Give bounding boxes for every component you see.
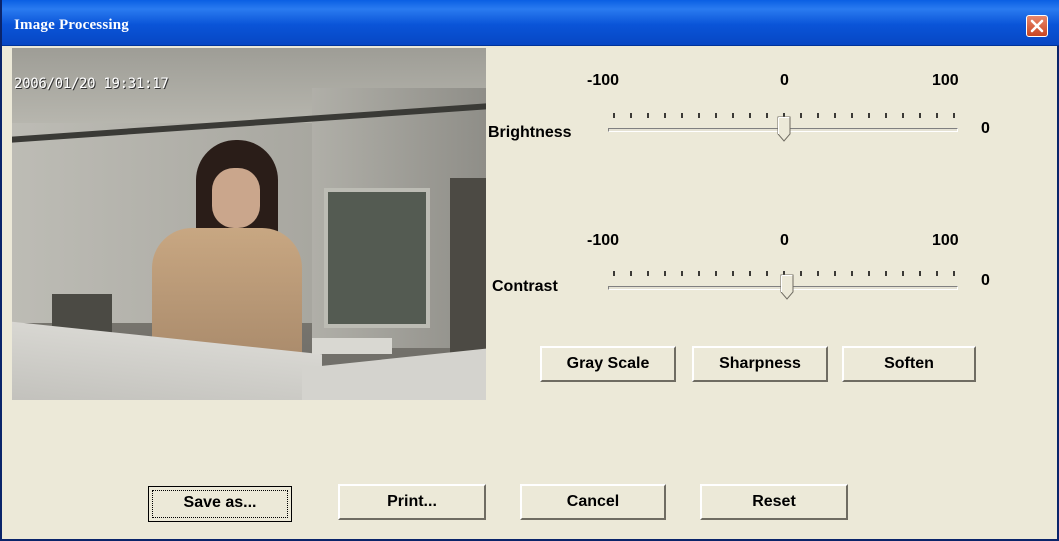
title-bar[interactable]: Image Processing (2, 0, 1059, 46)
brightness-min-label: -100 (587, 72, 620, 89)
brightness-mid-label: 0 (780, 72, 789, 89)
brightness-thumb[interactable] (777, 116, 791, 142)
contrast-slider[interactable] (608, 270, 968, 304)
close-button[interactable] (1026, 15, 1048, 37)
brightness-label: Brightness (488, 124, 572, 141)
video-preview: 2006/01/20 19:31:17 (12, 48, 486, 400)
contrast-value: 0 (981, 272, 990, 289)
brightness-slider[interactable] (608, 112, 968, 146)
contrast-mid-label: 0 (780, 232, 789, 249)
contrast-max-label: 100 (932, 232, 959, 249)
soften-button[interactable]: Soften (842, 346, 976, 382)
video-timestamp: 2006/01/20 19:31:17 (14, 76, 169, 92)
cancel-button[interactable]: Cancel (520, 484, 666, 520)
window-title: Image Processing (14, 17, 129, 33)
gray-scale-button[interactable]: Gray Scale (540, 346, 676, 382)
save-as-label: Save as... (183, 494, 257, 511)
brightness-max-label: 100 (932, 72, 959, 89)
brightness-value: 0 (981, 120, 990, 137)
reset-button[interactable]: Reset (700, 484, 848, 520)
print-button[interactable]: Print... (338, 484, 486, 520)
sharpness-button[interactable]: Sharpness (692, 346, 828, 382)
save-as-button[interactable]: Save as... (148, 486, 292, 522)
image-processing-dialog: Image Processing 2006/01/20 19:31:17 -10… (0, 0, 1059, 541)
contrast-min-label: -100 (587, 232, 620, 249)
contrast-label: Contrast (492, 278, 558, 295)
close-icon (1030, 19, 1044, 33)
contrast-thumb[interactable] (780, 274, 794, 300)
